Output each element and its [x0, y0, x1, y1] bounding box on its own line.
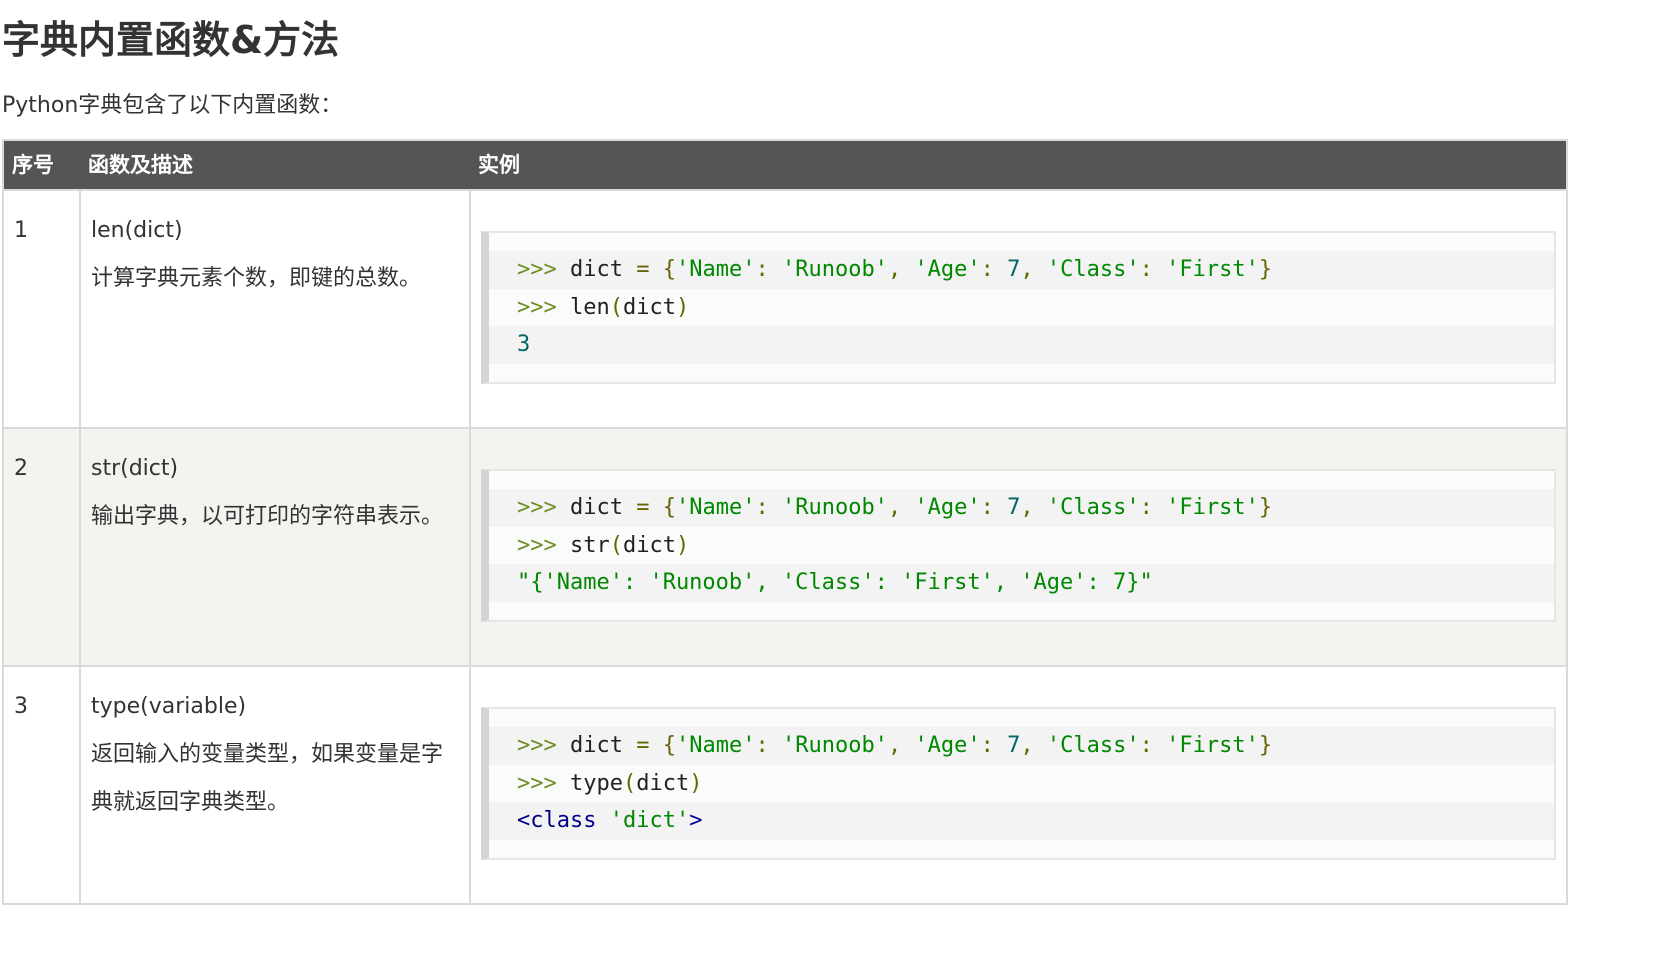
code-block[interactable]: >>> dict = {'Name': 'Runoob', 'Age': 7, …	[481, 707, 1556, 860]
header-number: 序号	[3, 140, 80, 190]
row-number: 1	[2, 189, 81, 429]
code-line: >>> type(dict)	[489, 764, 1554, 802]
intro-text: Python字典包含了以下内置函数：	[2, 93, 343, 118]
code-line: >>> str(dict)	[489, 526, 1554, 564]
table-row: 3 type(variable) 返回输入的变量类型，如果变量是字典就返回字典类…	[2, 665, 1568, 905]
table-row: 1 len(dict) 计算字典元素个数，即键的总数。 >>> dict = {…	[2, 189, 1568, 429]
function-name: type(variable)	[91, 694, 247, 719]
example-cell: >>> dict = {'Name': 'Runoob', 'Age': 7, …	[469, 427, 1568, 667]
code-line: >>> dict = {'Name': 'Runoob', 'Age': 7, …	[489, 489, 1554, 527]
function-name: str(dict)	[91, 456, 179, 481]
example-cell: >>> dict = {'Name': 'Runoob', 'Age': 7, …	[469, 665, 1568, 905]
code-line: 3	[489, 326, 1554, 364]
function-name: len(dict)	[91, 218, 183, 243]
code-block[interactable]: >>> dict = {'Name': 'Runoob', 'Age': 7, …	[481, 469, 1556, 622]
page-title: 字典内置函数&方法	[2, 18, 340, 62]
function-description: 计算字典元素个数，即键的总数。	[91, 266, 422, 291]
code-line: <class 'dict'>	[489, 802, 1554, 840]
code-line: >>> dict = {'Name': 'Runoob', 'Age': 7, …	[489, 727, 1554, 765]
table-row: 2 str(dict) 输出字典，以可打印的字符串表示。 >>> dict = …	[2, 427, 1568, 667]
function-cell: str(dict) 输出字典，以可打印的字符串表示。	[79, 427, 471, 667]
code-line: >>> dict = {'Name': 'Runoob', 'Age': 7, …	[489, 251, 1554, 289]
header-example: 实例	[470, 140, 1567, 190]
function-description: 输出字典，以可打印的字符串表示。	[91, 504, 444, 529]
function-description: 返回输入的变量类型，如果变量是字典就返回字典类型。	[91, 742, 444, 815]
function-cell: type(variable) 返回输入的变量类型，如果变量是字典就返回字典类型。	[79, 665, 471, 905]
page: 字典内置函数&方法 Python字典包含了以下内置函数： 序号 函数及描述 实例…	[0, 0, 1674, 905]
header-function: 函数及描述	[80, 140, 470, 190]
code-line: "{'Name': 'Runoob', 'Class': 'First', 'A…	[489, 564, 1554, 602]
example-cell: >>> dict = {'Name': 'Runoob', 'Age': 7, …	[469, 189, 1568, 429]
table-header-row: 序号 函数及描述 实例	[3, 140, 1567, 190]
code-block[interactable]: >>> dict = {'Name': 'Runoob', 'Age': 7, …	[481, 231, 1556, 384]
row-number: 2	[2, 427, 81, 667]
row-number: 3	[2, 665, 81, 905]
function-cell: len(dict) 计算字典元素个数，即键的总数。	[79, 189, 471, 429]
builtin-functions-table: 序号 函数及描述 实例 1 len(dict) 计算字典元素个数，即键的总数。 …	[2, 139, 1568, 905]
code-line: >>> len(dict)	[489, 288, 1554, 326]
